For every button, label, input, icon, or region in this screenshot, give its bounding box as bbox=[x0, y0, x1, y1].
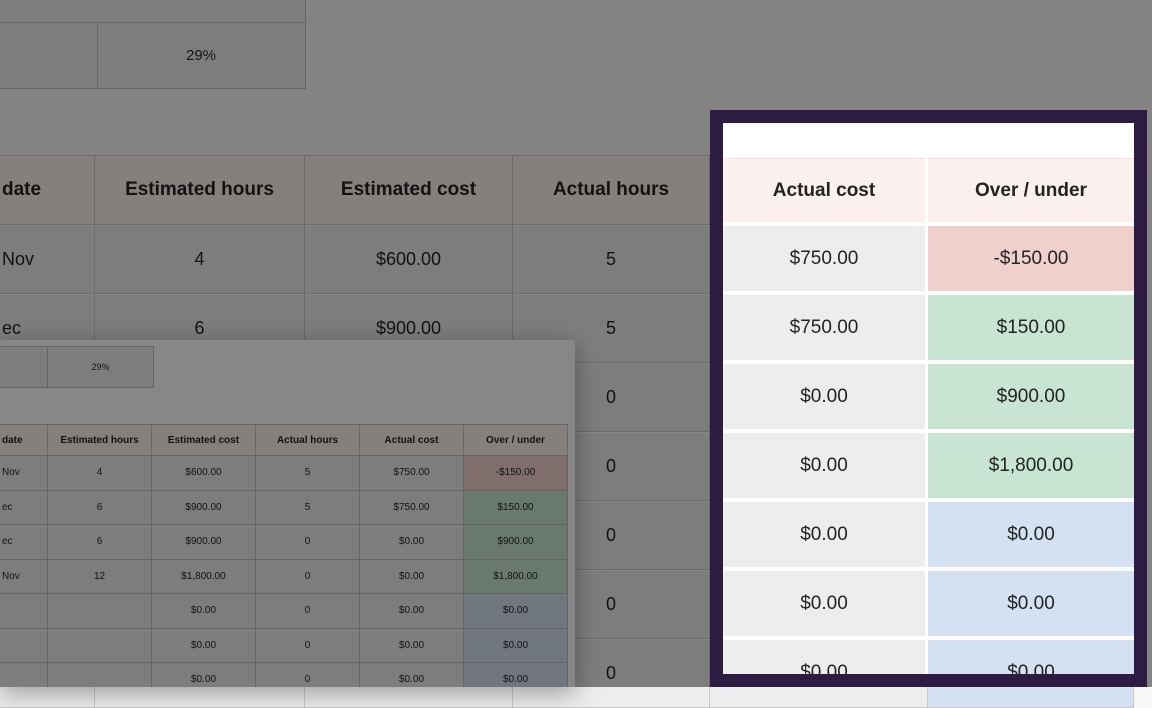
spotlight-cell-actual-cost[interactable]: $0.00 bbox=[723, 571, 928, 640]
spotlight-cell-actual-cost[interactable]: $0.00 bbox=[723, 364, 928, 433]
spotlight-cell-over-under[interactable]: $900.00 bbox=[928, 364, 1134, 433]
spotlight-header-over-under[interactable]: Over / under bbox=[928, 158, 1134, 226]
spotlight-highlight-box: Actual cost Over / under $750.00 -$150.0… bbox=[710, 110, 1147, 687]
spotlight-cell-actual-cost[interactable]: $0.00 bbox=[723, 433, 928, 502]
spotlight-cell-over-under[interactable]: $0.00 bbox=[928, 640, 1134, 687]
spotlight-header-actual-cost[interactable]: Actual cost bbox=[723, 158, 928, 226]
spotlight-cell-over-under[interactable]: $0.00 bbox=[928, 571, 1134, 640]
spotlight-cell-over-under[interactable]: $150.00 bbox=[928, 295, 1134, 364]
spotlight-top-strip bbox=[723, 123, 1134, 158]
spotlight-cell-actual-cost[interactable]: $750.00 bbox=[723, 226, 928, 295]
spotlight-table: Actual cost Over / under $750.00 -$150.0… bbox=[723, 158, 1134, 687]
spotlight-cell-actual-cost[interactable]: $750.00 bbox=[723, 295, 928, 364]
spotlight-cell-over-under[interactable]: $1,800.00 bbox=[928, 433, 1134, 502]
spotlight-cell-over-under[interactable]: -$150.00 bbox=[928, 226, 1134, 295]
spotlight-cell-over-under[interactable]: $0.00 bbox=[928, 502, 1134, 571]
spotlight-cell-actual-cost[interactable]: $0.00 bbox=[723, 640, 928, 687]
spotlight-cell-actual-cost[interactable]: $0.00 bbox=[723, 502, 928, 571]
